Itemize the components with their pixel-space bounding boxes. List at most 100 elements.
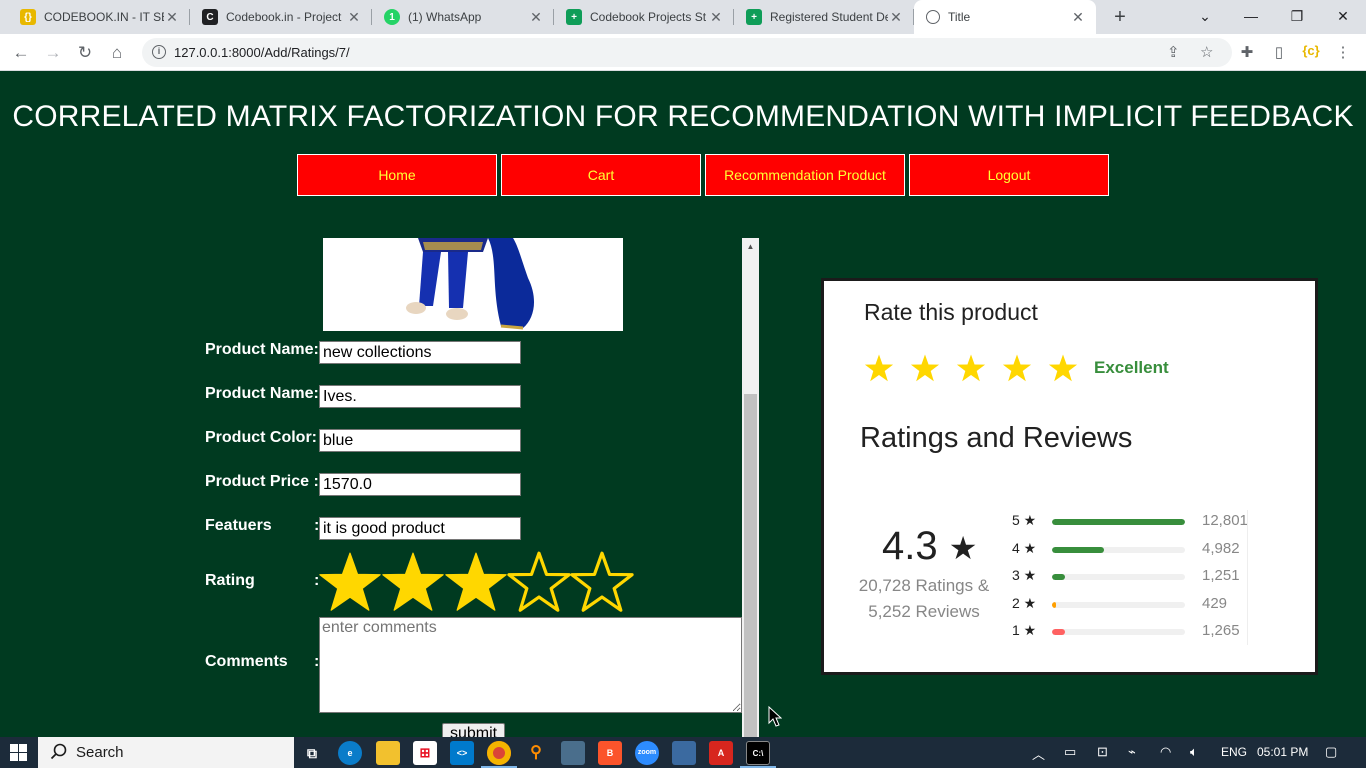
show-hidden-icons-chevron-icon[interactable]: ︿ <box>1032 744 1045 763</box>
close-icon[interactable]: ✕ <box>528 9 544 25</box>
whatsapp-favicon-icon: 1 <box>384 9 400 25</box>
star-level-label: 5 ★ <box>1012 512 1037 528</box>
notification-icon[interactable]: ▢ <box>1325 744 1337 760</box>
submit-button[interactable]: submit <box>442 723 505 737</box>
comments-textarea[interactable] <box>319 617 742 713</box>
search-icon <box>50 743 67 760</box>
product-name-label: Product Name: <box>205 385 319 402</box>
product-brand-input[interactable] <box>319 385 521 408</box>
vscode-icon[interactable]: <> <box>450 741 474 765</box>
browser-tab[interactable]: 1 (1) WhatsApp ✕ <box>372 0 554 34</box>
bookmark-star-icon[interactable]: ☆ <box>1200 43 1213 61</box>
store-icon[interactable]: ⊞ <box>413 741 437 765</box>
comments-label: Comments <box>205 653 288 670</box>
reload-button[interactable]: ↻ <box>72 40 98 66</box>
product-name-input[interactable] <box>319 341 521 364</box>
rating-breakdown-row: 5 ★ 12,801 <box>1012 512 1252 532</box>
vpn-icon[interactable] <box>672 741 696 765</box>
extensions-puzzle-icon[interactable]: ✚ <box>1237 43 1257 61</box>
edge-browser-icon[interactable]: e <box>338 741 362 765</box>
rating-summary-card: Rate this product Excellent Ratings and … <box>821 278 1318 675</box>
browser-tab[interactable]: {} CODEBOOK.IN - IT SE ✕ <box>8 0 190 34</box>
tab-search-icon[interactable]: ⌄ <box>1182 0 1228 34</box>
star-filled-icon[interactable] <box>910 353 940 383</box>
forward-button[interactable]: → <box>40 40 66 66</box>
browser-menu-icon[interactable]: ⋮ <box>1333 43 1353 61</box>
close-window-button[interactable]: ✕ <box>1320 0 1366 34</box>
rating-bar-track <box>1052 546 1185 553</box>
nav-recommendation-button[interactable]: Recommendation Product <box>705 154 905 196</box>
star-filled-icon[interactable] <box>956 353 986 383</box>
star-filled-icon[interactable] <box>1048 353 1078 383</box>
wifi-icon[interactable]: ◠ <box>1160 744 1171 760</box>
star-filled-icon[interactable] <box>1002 353 1032 383</box>
close-icon[interactable]: ✕ <box>346 9 362 25</box>
rating-count: 1,251 <box>1202 567 1240 584</box>
codebook-extension-icon[interactable]: {c} <box>1301 43 1321 58</box>
nav-logout-button[interactable]: Logout <box>909 154 1109 196</box>
browser-tab[interactable]: + Codebook Projects St ✕ <box>554 0 734 34</box>
side-panel-icon[interactable]: ▯ <box>1269 43 1289 61</box>
system-clock[interactable]: 05:01 PM <box>1257 745 1308 759</box>
rating-bar-track <box>1052 629 1185 635</box>
close-icon[interactable]: ✕ <box>164 9 180 25</box>
language-indicator[interactable]: ENG <box>1221 745 1247 759</box>
browser-tab[interactable]: C Codebook.in - Project ✕ <box>190 0 372 34</box>
scroll-up-arrow-icon[interactable]: ▲ <box>742 238 759 255</box>
restore-button[interactable]: ❐ <box>1274 0 1320 34</box>
info-icon[interactable]: i <box>152 45 166 59</box>
star-filled-icon[interactable] <box>864 353 894 383</box>
volume-icon[interactable]: 🔈︎ <box>1190 744 1198 760</box>
browser-tab[interactable]: + Registered Student De ✕ <box>734 0 914 34</box>
star-filled-icon[interactable] <box>444 550 508 614</box>
star-filled-icon[interactable] <box>381 550 445 614</box>
nav-cart-button[interactable]: Cart <box>501 154 701 196</box>
chrome-icon[interactable] <box>487 741 511 765</box>
star-level-label: 1 ★ <box>1012 622 1037 638</box>
screen-tool-icon[interactable] <box>561 741 585 765</box>
close-icon[interactable]: ✕ <box>1070 9 1086 25</box>
acrobat-icon[interactable]: A <box>709 741 733 765</box>
power-icon[interactable]: ⌁ <box>1128 744 1136 760</box>
terminal-icon[interactable]: C:\ <box>746 741 770 765</box>
minimize-button[interactable]: — <box>1228 0 1274 34</box>
taskbar-search-box[interactable]: Search <box>38 737 294 768</box>
brave-browser-icon[interactable]: B <box>598 741 622 765</box>
file-explorer-icon[interactable] <box>376 741 400 765</box>
rating-bar-track <box>1052 574 1185 580</box>
features-label: Featuers <box>205 517 272 534</box>
web-page: CORRELATED MATRIX FACTORIZATION FOR RECO… <box>0 71 1366 737</box>
scrollbar-thumb[interactable] <box>744 394 757 737</box>
display-icon[interactable]: ⊡ <box>1097 744 1108 760</box>
frame-scrollbar[interactable]: ▲ <box>742 238 759 737</box>
search-tool-icon[interactable]: ⚲ <box>524 741 548 765</box>
product-color-input[interactable] <box>319 429 521 452</box>
address-bar[interactable]: i 127.0.0.1:8000/Add/Ratings/7/ ⇪ ☆ <box>142 38 1232 67</box>
product-form-frame[interactable]: Product Name: Product Name: Product Colo… <box>190 238 760 737</box>
url-text[interactable]: 127.0.0.1:8000/Add/Ratings/7/ <box>174 45 350 60</box>
home-button[interactable]: ⌂ <box>104 40 130 66</box>
new-tab-button[interactable]: + <box>1108 5 1132 29</box>
card-star-row[interactable]: Excellent <box>864 353 1169 383</box>
star-empty-icon[interactable] <box>570 550 634 614</box>
battery-icon[interactable]: ▭ <box>1064 744 1076 760</box>
rate-product-heading: Rate this product <box>864 299 1038 325</box>
close-icon[interactable]: ✕ <box>888 9 904 25</box>
product-price-input[interactable] <box>319 473 521 496</box>
task-view-icon[interactable]: ⧉ <box>300 741 324 765</box>
nav-home-button[interactable]: Home <box>297 154 497 196</box>
browser-tab-active[interactable]: Title ✕ <box>914 0 1096 34</box>
rating-label: Rating <box>205 572 255 589</box>
share-icon[interactable]: ⇪ <box>1167 43 1180 61</box>
rating-bar-track <box>1052 519 1185 525</box>
ratings-count: 20,728 Ratings & <box>858 576 990 595</box>
star-rating-input[interactable] <box>318 550 634 614</box>
back-button[interactable]: ← <box>8 40 34 66</box>
windows-start-icon[interactable] <box>10 744 27 761</box>
star-empty-icon[interactable] <box>507 550 571 614</box>
star-filled-icon[interactable] <box>318 550 382 614</box>
zoom-icon[interactable]: zoom <box>635 741 659 765</box>
page-title: CORRELATED MATRIX FACTORIZATION FOR RECO… <box>12 100 1354 133</box>
features-input[interactable] <box>319 517 521 540</box>
close-icon[interactable]: ✕ <box>708 9 724 25</box>
